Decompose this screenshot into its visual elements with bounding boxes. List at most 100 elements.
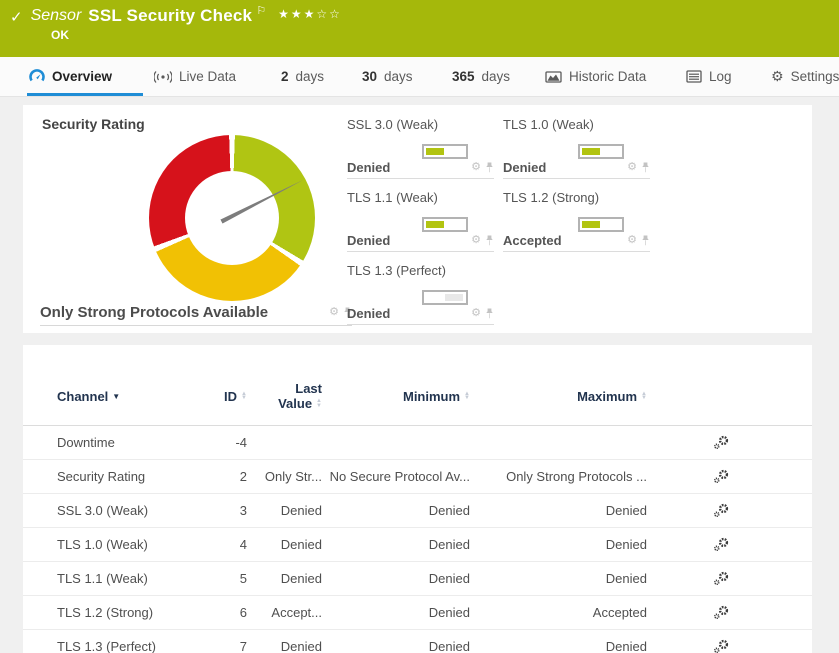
channel-tile-tls10[interactable]: TLS 1.0 (Weak) Denied ⚙: [503, 111, 650, 179]
tile-value: Accepted: [503, 233, 562, 248]
priority-stars[interactable]: ★★★☆☆: [278, 7, 342, 21]
tab-30-days[interactable]: 30 days: [360, 60, 415, 93]
tile-name: TLS 1.2 (Strong): [503, 190, 600, 205]
channel-tile-tls11[interactable]: TLS 1.1 (Weak) Denied ⚙: [347, 184, 494, 252]
protocol-tiles: SSL 3.0 (Weak) Denied ⚙ TLS 1.0 (Weak) D…: [347, 111, 802, 327]
tile-indicator-bar: [578, 217, 624, 232]
tab-overview[interactable]: Overview: [27, 60, 143, 96]
gauge-title: Security Rating: [42, 116, 145, 132]
table-row[interactable]: SSL 3.0 (Weak) 3 Denied Denied Denied: [23, 494, 812, 528]
channel-tile-tls13[interactable]: TLS 1.3 (Perfect) Denied ⚙: [347, 257, 494, 325]
sensor-header: ✓ Sensor SSL Security Check ⚐ ★★★☆☆ OK: [0, 0, 839, 57]
tab-settings[interactable]: ⚙ Settings: [769, 60, 839, 93]
channel-gear-icon[interactable]: ⚙: [627, 235, 637, 246]
channel-name: Downtime: [57, 435, 115, 450]
object-kind-label: Sensor: [30, 7, 82, 24]
tab-live-data[interactable]: Live Data: [152, 60, 238, 93]
tab-log[interactable]: Log: [684, 60, 734, 93]
last-value: Only Str...: [264, 469, 322, 484]
channel-id: 3: [239, 503, 247, 518]
channel-tile-ssl30[interactable]: SSL 3.0 (Weak) Denied ⚙: [347, 111, 494, 179]
table-row[interactable]: TLS 1.1 (Weak) 5 Denied Denied Denied: [23, 562, 812, 596]
channel-id: 5: [239, 571, 247, 586]
last-value: Denied: [280, 571, 322, 586]
tile-name: TLS 1.1 (Weak): [347, 190, 438, 205]
maximum-value: Accepted: [592, 605, 647, 620]
gauge-value-label: Only Strong Protocols Available: [40, 303, 269, 321]
status-badge: OK: [51, 28, 69, 42]
pin-icon[interactable]: [641, 162, 650, 173]
minimum-value: Denied: [428, 503, 470, 518]
channel-settings-icon[interactable]: [713, 435, 812, 450]
channel-id: -4: [235, 435, 247, 450]
flag-icon[interactable]: ⚐: [256, 4, 266, 17]
channel-name: TLS 1.0 (Weak): [57, 537, 148, 552]
channel-id: 2: [239, 469, 247, 484]
column-header-id[interactable]: ID ▲ ▼: [217, 389, 247, 404]
tile-value: Denied: [347, 306, 391, 321]
tile-name: SSL 3.0 (Weak): [347, 117, 439, 132]
tab-365-days[interactable]: 365 days: [450, 60, 512, 93]
channel-settings-icon[interactable]: [713, 571, 812, 586]
pin-icon[interactable]: [485, 235, 494, 246]
tab-historic-data[interactable]: Historic Data: [543, 60, 648, 93]
tab-label: days: [481, 69, 511, 84]
gauge-icon: [29, 68, 45, 85]
channel-settings-icon[interactable]: [713, 605, 812, 620]
maximum-value: Only Strong Protocols ...: [506, 469, 647, 484]
tile-value: Denied: [347, 233, 391, 248]
table-row[interactable]: TLS 1.0 (Weak) 4 Denied Denied Denied: [23, 528, 812, 562]
column-header-channel[interactable]: Channel ▼: [57, 389, 217, 404]
tab-number: 30: [362, 69, 378, 84]
channel-gear-icon[interactable]: ⚙: [627, 162, 637, 173]
minimum-value: Denied: [428, 571, 470, 586]
tile-name: TLS 1.3 (Perfect): [347, 263, 446, 278]
last-value: Denied: [280, 537, 322, 552]
maximum-value: Denied: [605, 639, 647, 653]
channel-settings-icon[interactable]: [713, 537, 812, 552]
tab-label: Live Data: [179, 69, 237, 84]
tile-value: Denied: [503, 160, 547, 175]
channel-gear-icon[interactable]: ⚙: [329, 306, 339, 318]
area-chart-icon: [545, 70, 562, 84]
channel-gear-icon[interactable]: ⚙: [471, 162, 481, 173]
table-row[interactable]: Downtime -4: [23, 426, 812, 460]
channel-name: SSL 3.0 (Weak): [57, 503, 149, 518]
tile-name: TLS 1.0 (Weak): [503, 117, 594, 132]
table-header-row: Channel ▼ ID ▲ ▼ Last Value ▲ ▼ Minimum ▲ ▼…: [23, 367, 812, 426]
channel-settings-icon[interactable]: [713, 639, 812, 653]
gauge-footer: Only Strong Protocols Available ⚙: [40, 299, 352, 326]
tab-number: 365: [452, 69, 475, 84]
pin-icon[interactable]: [641, 235, 650, 246]
column-header-minimum[interactable]: Minimum ▲ ▼: [322, 389, 470, 404]
sort-desc-icon: ▼: [112, 391, 121, 401]
last-value: Accept...: [271, 605, 322, 620]
channel-gear-icon[interactable]: ⚙: [471, 308, 481, 319]
tab-label: Historic Data: [569, 69, 647, 84]
maximum-value: Denied: [605, 571, 647, 586]
tab-2-days[interactable]: 2 days: [279, 60, 326, 93]
channel-name: TLS 1.1 (Weak): [57, 571, 148, 586]
pin-icon[interactable]: [485, 162, 494, 173]
pin-icon[interactable]: [485, 308, 494, 319]
channel-settings-icon[interactable]: [713, 469, 812, 484]
channel-name: TLS 1.2 (Strong): [57, 605, 154, 620]
channel-id: 6: [239, 605, 247, 620]
minimum-value: Denied: [428, 605, 470, 620]
tile-indicator-bar: [422, 217, 468, 232]
channel-tile-tls12[interactable]: TLS 1.2 (Strong) Accepted ⚙: [503, 184, 650, 252]
tab-label: Log: [709, 69, 732, 84]
channel-name: TLS 1.3 (Perfect): [57, 639, 156, 653]
column-header-maximum[interactable]: Maximum ▲ ▼: [470, 389, 647, 404]
column-header-last-value[interactable]: Last Value ▲ ▼: [247, 381, 322, 411]
tile-indicator-bar: [422, 290, 468, 305]
log-icon: [686, 70, 702, 83]
channel-settings-icon[interactable]: [713, 503, 812, 518]
maximum-value: Denied: [605, 503, 647, 518]
channel-gear-icon[interactable]: ⚙: [471, 235, 481, 246]
last-value: Denied: [280, 503, 322, 518]
page-title: SSL Security Check: [88, 6, 253, 25]
table-row[interactable]: TLS 1.3 (Perfect) 7 Denied Denied Denied: [23, 630, 812, 653]
table-row[interactable]: Security Rating 2 Only Str... No Secure …: [23, 460, 812, 494]
table-row[interactable]: TLS 1.2 (Strong) 6 Accept... Denied Acce…: [23, 596, 812, 630]
